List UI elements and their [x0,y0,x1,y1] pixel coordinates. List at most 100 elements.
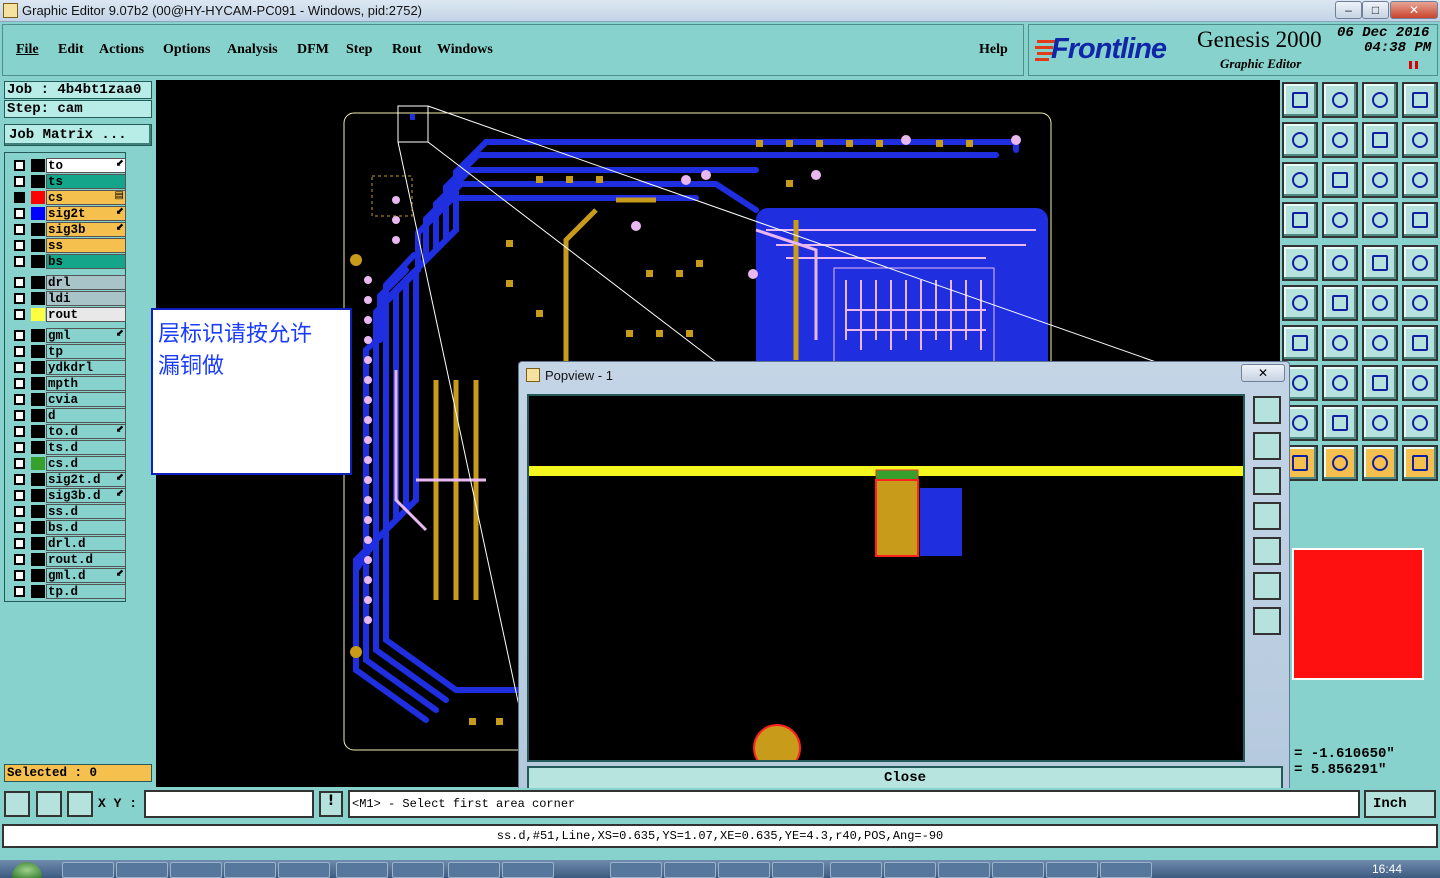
layer-checkbox[interactable] [14,442,25,453]
ruler-icon[interactable] [1362,245,1398,281]
menu-step[interactable]: Step [346,42,372,58]
job-matrix-button[interactable]: Job Matrix ... [4,124,152,146]
layer-name[interactable]: tp [46,344,126,359]
layer-color-swatch[interactable] [31,553,45,566]
layer-name[interactable]: sig3b.d [46,488,126,503]
layer-row-sig3b-d[interactable]: sig3b.d ⬋ [9,488,126,503]
layer-row-d[interactable]: d [9,408,126,423]
popview-pan-left-button[interactable] [1253,502,1281,530]
layer-checkbox[interactable] [14,309,25,320]
layer-color-swatch[interactable] [31,537,45,550]
layer-name[interactable]: cs.d [46,456,126,471]
layer-checkbox[interactable] [14,362,25,373]
taskbar-item[interactable] [1046,862,1098,878]
layer-color-swatch[interactable] [31,223,45,236]
bottom-view-icon[interactable] [1322,82,1358,118]
minimize-button[interactable]: – [1335,1,1362,19]
layer-color-swatch[interactable] [31,308,45,321]
layer-row-drl[interactable]: drl [9,275,126,290]
layer-color-swatch[interactable] [31,239,45,252]
layer-name[interactable]: rout [46,307,126,322]
scale-icon[interactable] [1362,162,1398,198]
taskbar-item[interactable] [170,862,222,878]
close-window-button[interactable]: ✕ [1390,1,1438,19]
taskbar-item[interactable] [718,862,770,878]
layer-row-tp[interactable]: tp [9,344,126,359]
taskbar-item[interactable] [992,862,1044,878]
start-button-icon[interactable] [12,862,42,878]
layer-color-swatch[interactable] [31,441,45,454]
taskbar-item[interactable] [502,862,554,878]
line-tool-icon[interactable] [1322,365,1358,401]
layer-checkbox[interactable] [14,256,25,267]
layer-checkbox[interactable] [14,538,25,549]
select-all-icon[interactable] [1282,245,1318,281]
menu-windows[interactable]: Windows [437,42,493,58]
layer-row-gml-d[interactable]: gml.d ⬋ [9,568,126,583]
layer-row-gml[interactable]: gml ⬋ [9,328,126,343]
taskbar-item[interactable] [392,862,444,878]
layer-checkbox[interactable] [14,208,25,219]
layer-row-cvia[interactable]: cvia [9,392,126,407]
popview-pan-up-button[interactable] [1253,432,1281,460]
layer-row-to[interactable]: to ⬋ [9,158,126,173]
layer-name[interactable]: tp.d [46,584,126,599]
maximize-button[interactable]: □ [1362,1,1389,19]
layer-checkbox[interactable] [14,192,25,203]
layer-color-swatch[interactable] [31,409,45,422]
split-icon[interactable] [1402,325,1438,361]
menu-help[interactable]: Help [979,42,1008,58]
layer-name[interactable]: ldi [46,291,126,306]
layer-name[interactable]: bs.d [46,520,126,535]
copy-icon[interactable] [1402,365,1438,401]
layer-color-swatch[interactable] [31,521,45,534]
layer-checkbox[interactable] [14,554,25,565]
menu-actions[interactable]: Actions [99,42,144,58]
layer-name[interactable]: ss [46,238,126,253]
grid-icon[interactable] [67,791,93,817]
popview-zoom-out-button[interactable] [1253,607,1281,635]
layer-name[interactable]: ss.d [46,504,126,519]
arc-b-icon[interactable] [1322,405,1358,441]
draw-feature-icon[interactable] [1322,245,1358,281]
layer-color-swatch[interactable] [31,345,45,358]
layer-name[interactable]: ts [46,174,126,189]
layer-color-swatch[interactable] [31,569,45,582]
layer-name[interactable]: bs [46,254,126,269]
unit-selector[interactable]: Inch [1364,790,1436,818]
layer-name[interactable]: drl [46,275,126,290]
popview-close-icon[interactable]: ✕ [1241,364,1285,382]
layer-row-ss-d[interactable]: ss.d [9,504,126,519]
layer-name[interactable]: d [46,408,126,423]
layer-row-mpth[interactable]: mpth [9,376,126,391]
menu-rout[interactable]: Rout [392,42,422,58]
layer-checkbox[interactable] [14,224,25,235]
taskbar-item[interactable] [830,862,882,878]
layer-checkbox[interactable] [14,522,25,533]
layer-color-swatch[interactable] [31,393,45,406]
layer-row-ss[interactable]: ss [9,238,126,253]
layer-row-tp-d[interactable]: tp.d [9,584,126,599]
window-split-icon[interactable] [1402,82,1438,118]
layer-checkbox[interactable] [14,378,25,389]
layer-color-swatch[interactable] [31,425,45,438]
taskbar-item[interactable] [116,862,168,878]
layer-b-icon[interactable] [1402,202,1438,238]
layer-name[interactable]: mpth [46,376,126,391]
taskbar-item[interactable] [884,862,936,878]
layer-checkbox[interactable] [14,160,25,171]
layer-color-swatch[interactable] [31,457,45,470]
layer-name[interactable]: to [46,158,126,173]
layer-color-swatch[interactable] [31,191,45,204]
layer-color-swatch[interactable] [31,159,45,172]
arc-c-icon[interactable] [1362,405,1398,441]
layer-row-drl-d[interactable]: drl.d [9,536,126,551]
warning-icon[interactable]: ! [319,791,343,817]
layer-color-swatch[interactable] [31,329,45,342]
slope-icon[interactable] [1282,325,1318,361]
popview-zoom-in-button[interactable] [1253,396,1281,424]
layer-color-swatch[interactable] [31,361,45,374]
layer-checkbox[interactable] [14,474,25,485]
taskbar-item[interactable] [278,862,330,878]
top-view-icon[interactable] [1282,82,1318,118]
